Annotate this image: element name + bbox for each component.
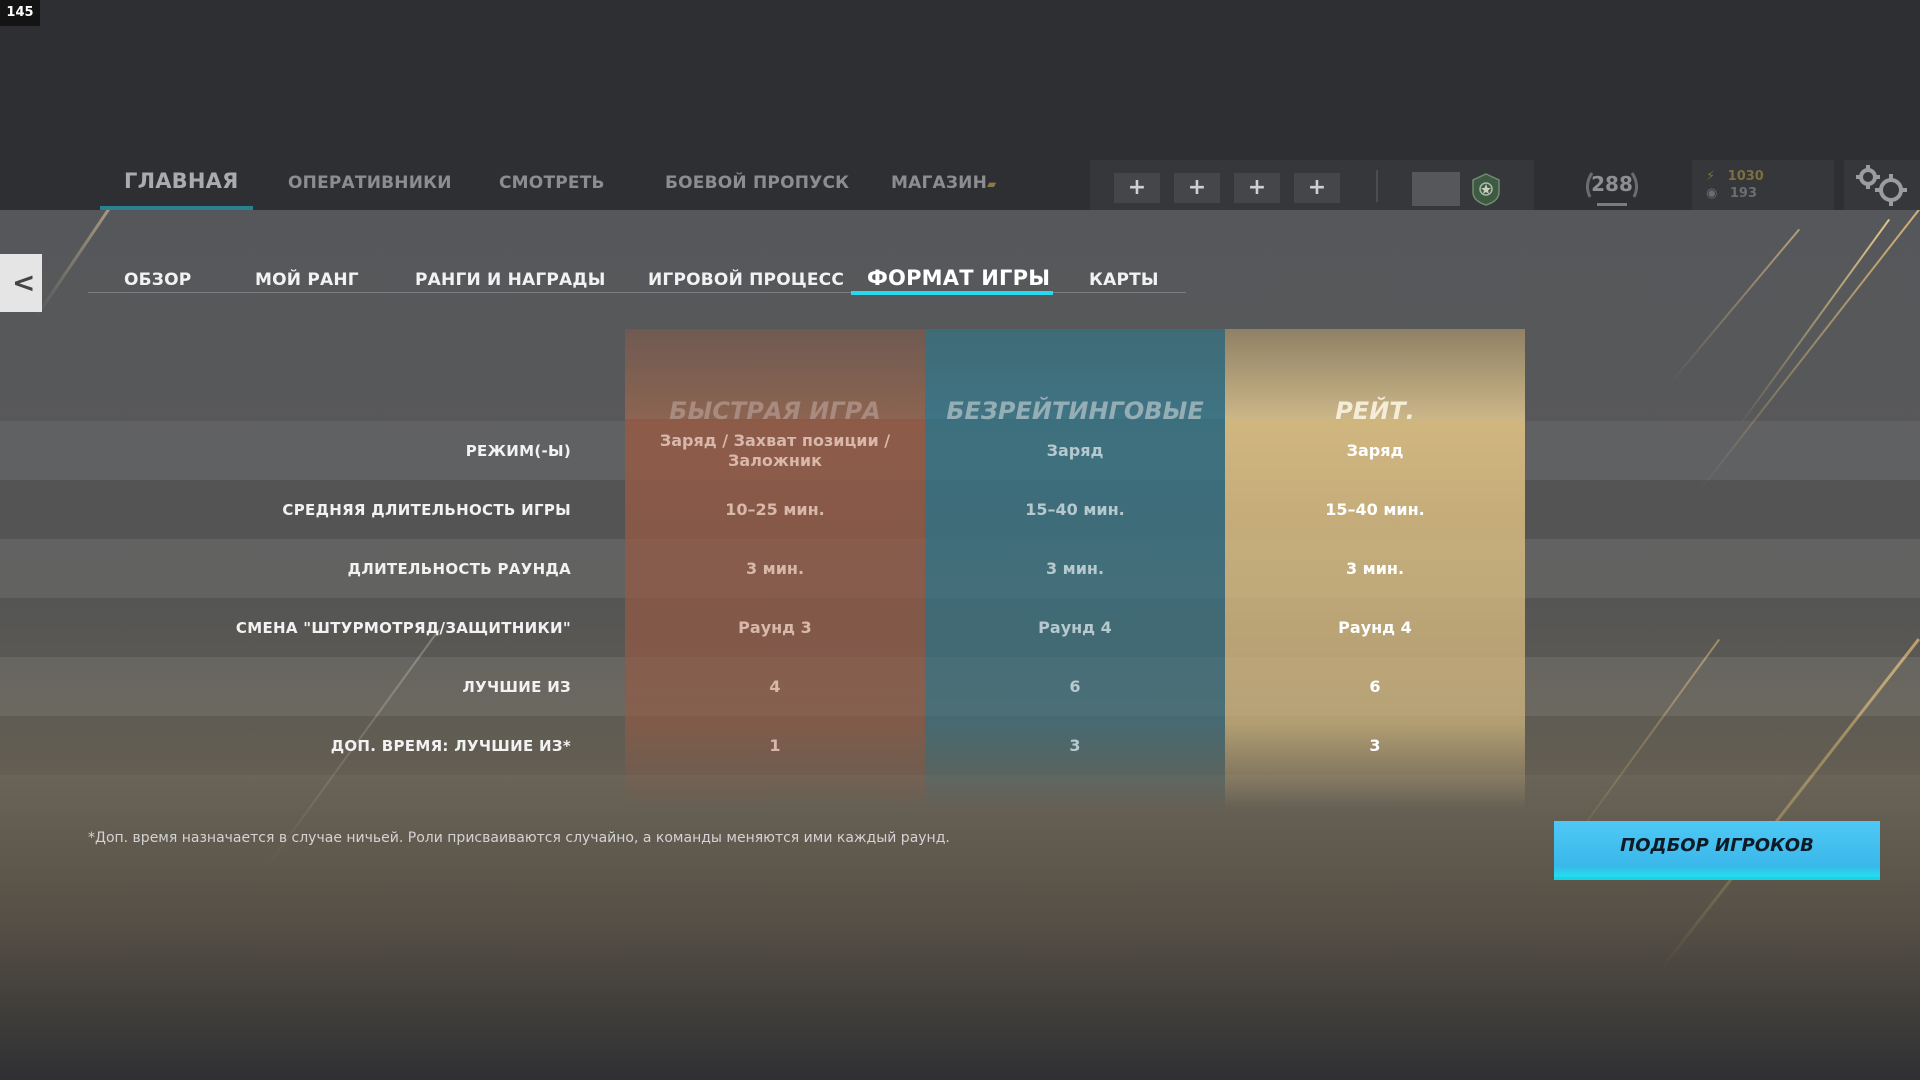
cell-unranked-swap: Раунд 4	[1038, 618, 1112, 637]
subtab-game-format[interactable]: ФОРМАТ ИГРЫ	[867, 266, 1050, 290]
gear-icon	[1856, 165, 1907, 206]
subtab-my-rank[interactable]: МОЙ РАНГ	[255, 270, 359, 290]
nav-tab-battle-pass[interactable]: БОЕВОЙ ПРОПУСК	[665, 173, 849, 193]
chevron-left-icon: <	[12, 266, 36, 299]
back-button[interactable]: <	[0, 254, 42, 312]
cell-ranked-overtime: 3	[1369, 736, 1381, 755]
fps-counter: 145	[0, 0, 40, 26]
decor-streak	[1669, 228, 1800, 384]
row-label-side-swap: СМЕНА "ШТУРМОТРЯД/ЗАЩИТНИКИ"	[235, 619, 571, 637]
subtab-ranks-rewards[interactable]: РАНГИ И НАГРАДЫ	[415, 270, 606, 290]
currency-panel[interactable]: ⚡ 1030 ◉ 193	[1692, 160, 1834, 210]
player-emblem-icon[interactable]	[1468, 172, 1504, 206]
renown-row: ⚡ 1030	[1706, 169, 1764, 184]
cell-quick-overtime: 1	[769, 736, 781, 755]
cell-ranked-round: 3 мин.	[1345, 559, 1405, 578]
cell-unranked-round: 3 мин.	[1045, 559, 1105, 578]
subtab-active-underline	[851, 291, 1053, 295]
cell-unranked-modes: Заряд	[1046, 441, 1104, 460]
renown-amount: 1030	[1727, 169, 1764, 184]
cell-ranked-bestof: 6	[1369, 677, 1381, 696]
credits-amount: 193	[1729, 186, 1758, 201]
renown-icon: ⚡	[1706, 169, 1716, 184]
player-level-badge[interactable]: 288	[1580, 167, 1644, 207]
column-title: БЕЗРЕЙТИНГОВЫЕ	[946, 397, 1204, 425]
matchmaking-button[interactable]: ПОДБОР ИГРОКОВ	[1554, 821, 1880, 877]
cell-ranked-swap: Раунд 4	[1338, 618, 1412, 637]
player-level: 288	[1591, 172, 1633, 196]
cell-unranked-overtime: 3	[1069, 736, 1081, 755]
nav-tab-store-label: МАГАЗИН	[891, 173, 987, 193]
nav-tab-home[interactable]: ГЛАВНАЯ	[124, 169, 238, 193]
squad-divider	[1376, 170, 1378, 202]
nav-tab-operators[interactable]: ОПЕРАТИВНИКИ	[288, 173, 452, 193]
cell-quick-avg: 10–25 мин.	[725, 500, 825, 519]
cell-ranked-avg: 15–40 мин.	[1325, 500, 1425, 519]
subtab-maps[interactable]: КАРТЫ	[1089, 270, 1159, 290]
player-avatar[interactable]	[1412, 172, 1460, 206]
row-label-avg-duration: СРЕДНЯЯ ДЛИТЕЛЬНОСТЬ ИГРЫ	[282, 501, 571, 519]
cell-quick-swap: Раунд 3	[738, 618, 812, 637]
credits-row: ◉ 193	[1706, 186, 1757, 201]
invite-slot-4[interactable]: +	[1294, 173, 1340, 203]
subtab-overview[interactable]: ОБЗОР	[124, 270, 191, 290]
cell-quick-bestof: 4	[769, 677, 781, 696]
row-label-best-of: ЛУЧШИЕ ИЗ	[462, 678, 571, 696]
cell-unranked-avg: 15–40 мин.	[1025, 500, 1125, 519]
cell-ranked-modes: Заряд	[1346, 441, 1404, 460]
row-label-modes: РЕЖИМ(-Ы)	[465, 442, 571, 460]
top-navigation: ГЛАВНАЯ ОПЕРАТИВНИКИ СМОТРЕТЬ БОЕВОЙ ПРО…	[0, 155, 1920, 210]
cell-unranked-bestof: 6	[1069, 677, 1081, 696]
content-area: < ОБЗОР МОЙ РАНГ РАНГИ И НАГРАДЫ ИГРОВОЙ…	[0, 210, 1920, 1080]
column-title: РЕЙТ.	[1335, 397, 1415, 425]
sub-navigation: ОБЗОР МОЙ РАНГ РАНГИ И НАГРАДЫ ИГРОВОЙ П…	[88, 248, 1186, 293]
store-tag-icon: ▰	[987, 177, 997, 191]
row-label-round-duration: ДЛИТЕЛЬНОСТЬ РАУНДА	[347, 560, 571, 578]
decor-streak	[1735, 218, 1890, 431]
row-label-overtime: ДОП. ВРЕМЯ: ЛУЧШИЕ ИЗ*	[330, 737, 571, 755]
invite-slot-3[interactable]: +	[1234, 173, 1280, 203]
subtab-gameplay[interactable]: ИГРОВОЙ ПРОЦЕСС	[648, 270, 844, 290]
column-title: БЫСТРАЯ ИГРА	[669, 397, 881, 425]
cell-quick-round: 3 мин.	[745, 559, 805, 578]
squad-panel: + + + +	[1090, 160, 1534, 210]
invite-slot-2[interactable]: +	[1174, 173, 1220, 203]
nav-tab-store[interactable]: МАГАЗИН▰	[891, 173, 996, 193]
invite-slot-1[interactable]: +	[1114, 173, 1160, 203]
credits-icon: ◉	[1706, 186, 1718, 201]
level-progress	[1597, 203, 1627, 206]
nav-tab-watch[interactable]: СМОТРЕТЬ	[499, 173, 605, 193]
settings-button[interactable]	[1844, 160, 1920, 210]
cell-quick-modes: Заряд / Захват позиции / Заложник	[659, 431, 891, 470]
footnote: *Доп. время назначается в случае ничьей.…	[88, 830, 950, 846]
